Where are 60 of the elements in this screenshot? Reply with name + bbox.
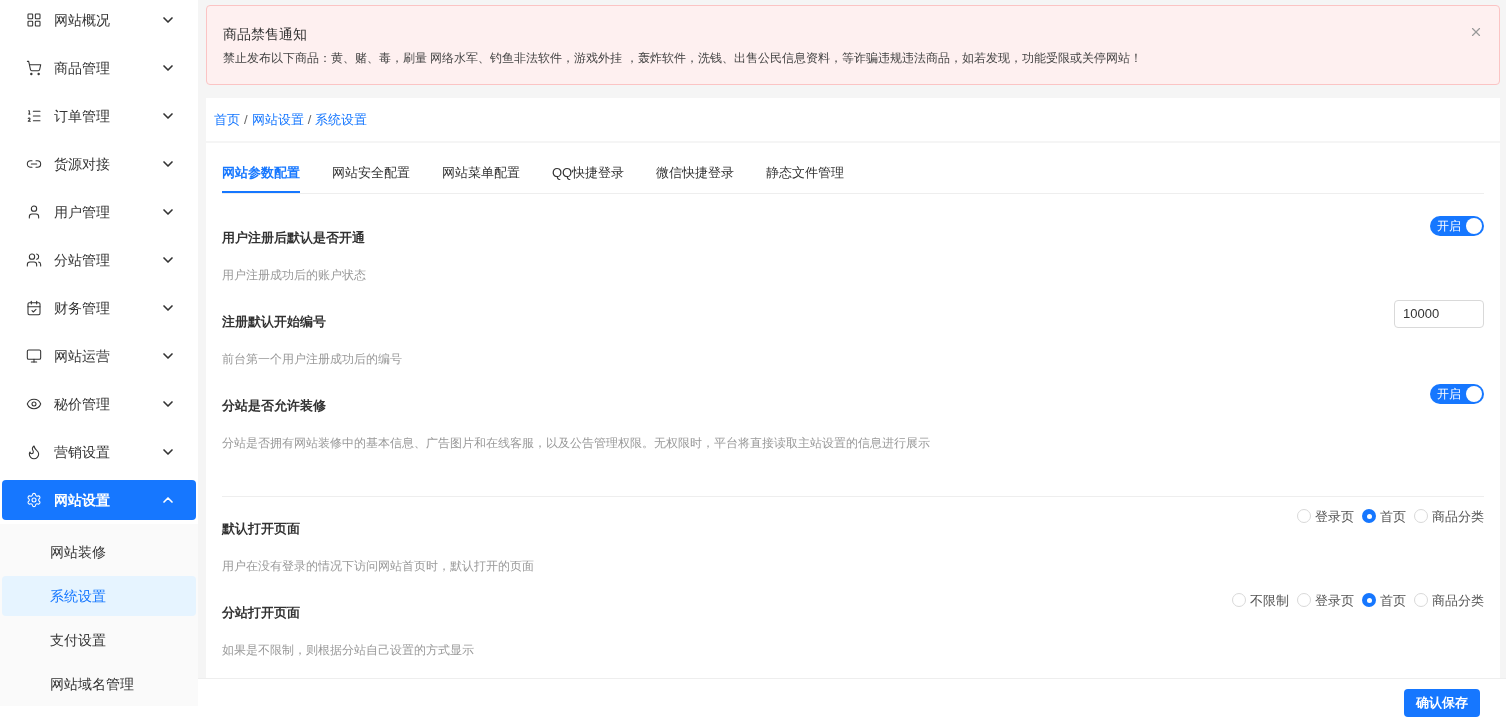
- setting-description: 分站是否拥有网站装修中的基本信息、广告图片和在线客服，以及公告管理权限。无权限时，平台将直接读取主站设置的信息进行展示: [222, 435, 931, 452]
- setting-description: 用户在没有登录的情况下访问网站首页时，默认打开的页面: [222, 558, 535, 575]
- submenu-item[interactable]: 网站装修: [2, 532, 196, 572]
- breadcrumb-link[interactable]: 首页: [214, 109, 240, 130]
- setting-description: 前台第一个用户注册成功后的编号: [222, 351, 403, 368]
- setting-description: 用户注册成功后的账户状态: [222, 267, 367, 284]
- breadcrumb-link[interactable]: 系统设置: [315, 109, 368, 130]
- tab[interactable]: 网站参数配置: [222, 163, 300, 193]
- sidebar-item[interactable]: 用户管理: [2, 192, 196, 232]
- breadcrumb-separator: /: [244, 110, 248, 129]
- submenu-item[interactable]: 系统设置: [2, 576, 196, 616]
- close-button[interactable]: [1469, 25, 1483, 39]
- tab[interactable]: 静态文件管理: [766, 163, 845, 193]
- radio-option[interactable]: 商品分类: [1414, 590, 1484, 610]
- setting-title: 默认打开页面: [222, 519, 300, 538]
- sidebar-item[interactable]: 货源对接: [2, 144, 196, 184]
- cart-icon: [26, 60, 42, 76]
- submenu-item[interactable]: 支付设置: [2, 620, 196, 660]
- monitor-icon: [26, 348, 42, 364]
- user-icon: [26, 204, 42, 220]
- radio-option[interactable]: 不限制: [1232, 590, 1289, 610]
- sidebar-item[interactable]: 营销设置: [2, 432, 196, 472]
- tab[interactable]: 网站菜单配置: [442, 163, 520, 193]
- sidebar-item[interactable]: 秘价管理: [2, 384, 196, 424]
- flame-icon: [26, 444, 42, 460]
- save-button[interactable]: 确认保存: [1404, 689, 1480, 717]
- tab[interactable]: QQ快捷登录: [552, 163, 625, 193]
- calendar-icon: [26, 300, 42, 316]
- sidebar-item[interactable]: 网站设置: [2, 480, 196, 520]
- submenu-item[interactable]: 网站域名管理: [2, 664, 196, 704]
- settings-icon: [26, 492, 42, 508]
- eye-icon: [26, 396, 42, 412]
- breadcrumb-separator: /: [307, 110, 312, 129]
- users-icon: [26, 252, 42, 268]
- sidebar-item[interactable]: 网站运营: [2, 336, 196, 376]
- radio-option[interactable]: 登录页: [1297, 506, 1354, 526]
- tab[interactable]: 网站安全配置: [332, 163, 410, 193]
- toggle-switch[interactable]: 开启: [1430, 215, 1484, 236]
- breadcrumb-link[interactable]: 网站设置: [251, 109, 304, 130]
- setting-title: 分站打开页面: [222, 603, 300, 622]
- notice-title: 商品禁售通知: [223, 25, 307, 44]
- grid-icon: [26, 12, 42, 28]
- sidebar-item[interactable]: 分站管理: [2, 240, 196, 280]
- setting-title: 用户注册后默认是否开通: [222, 228, 365, 247]
- radio-option[interactable]: 首页: [1362, 506, 1406, 526]
- setting-title: 注册默认开始编号: [222, 312, 326, 331]
- notice-text: 禁止发布以下商品：黄、赌、毒，刷量 网络水军、钓鱼非法软件，游戏外挂 ，轰炸软件，洗钱、出售公民信息资料，等诈骗违规违法商品，如若发现，功能受限或关停网站！: [223, 50, 1143, 67]
- sidebar-item[interactable]: 网站概况: [2, 0, 196, 40]
- radio-option[interactable]: 首页: [1362, 590, 1406, 610]
- radio-option[interactable]: 商品分类: [1414, 506, 1484, 526]
- setting-title: 分站是否允许装修: [222, 396, 326, 415]
- sidebar-item[interactable]: 订单管理: [2, 96, 196, 136]
- sidebar-item[interactable]: 财务管理: [2, 288, 196, 328]
- list-icon: [26, 108, 42, 124]
- radio-option[interactable]: 登录页: [1297, 590, 1354, 610]
- setting-description: 如果是不限制，则根据分站自己设置的方式显示: [222, 642, 475, 659]
- toggle-switch[interactable]: 开启: [1430, 383, 1484, 404]
- tab[interactable]: 微信快捷登录: [656, 163, 735, 193]
- sidebar-item[interactable]: 商品管理: [2, 48, 196, 88]
- number-field[interactable]: 10000: [1394, 299, 1484, 328]
